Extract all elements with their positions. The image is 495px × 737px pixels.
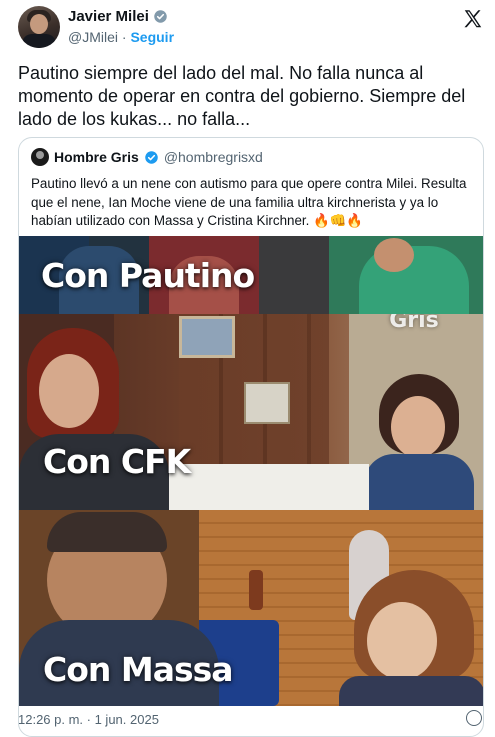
quoted-author-row: Hombre Gris @hombregrisxd	[31, 148, 263, 166]
author-handle[interactable]: @JMilei	[68, 29, 118, 45]
author-name-row: Javier Milei	[68, 8, 168, 25]
author-avatar[interactable]	[18, 6, 60, 48]
media-panel-pautino[interactable]: Con Pautino	[19, 236, 483, 314]
media-panel-cfk[interactable]: Con CFK Hombre Gris	[19, 314, 483, 510]
author-display-name[interactable]: Javier Milei	[68, 8, 149, 25]
quoted-tweet-card[interactable]: Hombre Gris @hombregrisxd Pautino llevó …	[18, 137, 484, 737]
quoted-display-name[interactable]: Hombre Gris	[54, 149, 139, 165]
panel-label-massa: Con Massa	[43, 650, 234, 689]
author-handle-row: @JMilei · Seguir	[68, 29, 174, 45]
verified-badge-icon	[145, 150, 158, 164]
quoted-tweet-text: Pautino llevó a un nene con autismo para…	[31, 176, 467, 228]
info-icon[interactable]	[466, 710, 482, 726]
watermark-text: Hombre Gris	[389, 314, 439, 333]
tweet-header: Javier Milei @JMilei · Seguir	[0, 0, 495, 52]
x-logo-icon[interactable]	[462, 8, 484, 30]
media-panel-massa[interactable]: Con Massa	[19, 510, 483, 706]
quoted-author-avatar[interactable]	[31, 148, 49, 166]
panel-label-cfk: Con CFK	[43, 442, 191, 481]
handle-separator: ·	[121, 29, 127, 45]
tweet-text: Pautino siempre del lado del mal. No fal…	[18, 63, 466, 129]
verified-badge-icon	[154, 10, 167, 23]
follow-button[interactable]: Seguir	[130, 29, 174, 45]
quoted-handle[interactable]: @hombregrisxd	[164, 149, 263, 165]
panel-label-pautino: Con Pautino	[41, 256, 255, 295]
